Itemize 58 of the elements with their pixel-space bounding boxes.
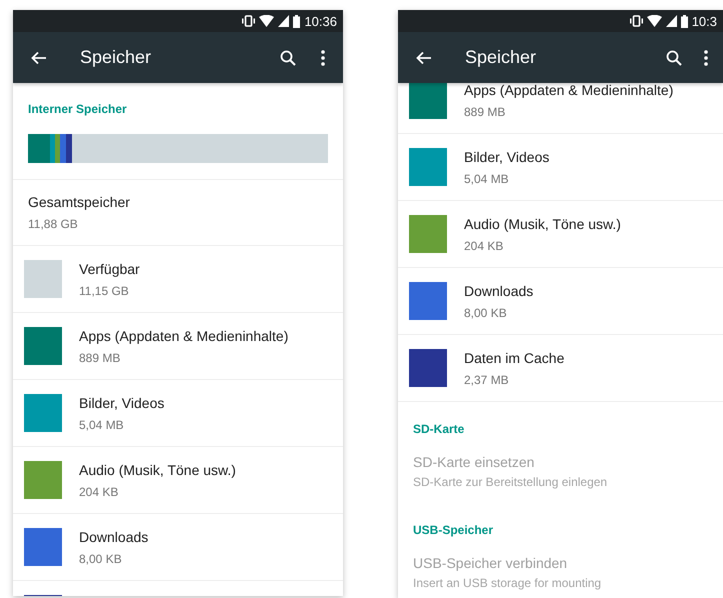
item-subtitle: Insert an USB storage for mounting	[413, 575, 602, 592]
item-title: USB-Speicher verbinden	[413, 554, 568, 573]
battery-icon	[680, 14, 688, 28]
vibrate-icon	[242, 15, 256, 27]
toolbar-title: Speicher	[465, 46, 538, 69]
list-item[interactable]: Apps (Appdaten & Medieninhalte) 889 MB	[398, 83, 723, 134]
item-subtitle: 8,00 KB	[79, 550, 123, 568]
status-time: 10:3	[692, 14, 717, 28]
list-item[interactable]: Verfügbar 11,15 GB	[13, 246, 343, 313]
back-arrow-icon	[31, 50, 47, 64]
item-title: Downloads	[464, 282, 534, 300]
list-item[interactable]: Bilder, Videos 5,04 MB	[398, 134, 723, 201]
item-subtitle: 5,04 MB	[464, 170, 510, 188]
item-subtitle: 5,04 MB	[79, 416, 125, 434]
item-title: Apps (Appdaten & Medieninhalte)	[79, 326, 288, 346]
item-subtitle: 2,37 MB	[464, 372, 510, 388]
item-title: Daten im Cache	[464, 348, 564, 368]
toolbar-title: Speicher	[80, 46, 152, 69]
list-item[interactable]: Audio (Musik, Töne usw.) 204 KB	[13, 447, 343, 514]
item-title: Bilder, Videos	[464, 148, 550, 166]
item-subtitle: SD-Karte zur Bereitstellung einlegen	[413, 474, 608, 491]
section-header: SD-Karte	[412, 421, 466, 438]
more-options-icon	[704, 50, 708, 66]
search-icon	[666, 50, 682, 66]
item-subtitle: 11,15 GB	[79, 282, 130, 300]
list-item[interactable]: Audio (Musik, Töne usw.) 204 KB	[398, 201, 723, 268]
battery-icon	[293, 14, 300, 28]
more-options-icon	[321, 50, 325, 66]
item-subtitle: 204 KB	[79, 484, 120, 500]
signal-icon	[666, 15, 677, 27]
list-item[interactable]: Gesamtspeicher 11,88 GB	[13, 180, 343, 246]
item-subtitle: 889 MB	[464, 104, 506, 120]
wifi-icon	[259, 15, 274, 27]
back-arrow-icon	[416, 50, 432, 64]
wifi-icon	[646, 15, 662, 27]
item-subtitle: 8,00 KB	[464, 304, 508, 322]
item-subtitle: 889 MB	[79, 350, 122, 366]
item-subtitle: 204 KB	[464, 238, 504, 254]
item-title: Apps (Appdaten & Medieninhalte)	[464, 83, 674, 100]
item-title: SD-Karte einsetzen	[413, 453, 536, 472]
section-header: USB-Speicher	[412, 522, 494, 539]
item-title: Verfügbar	[79, 260, 140, 279]
section-header: Interner Speicher	[27, 101, 128, 118]
list-item[interactable]: Daten im Cache 2,37 MB	[398, 335, 723, 402]
item-title: Bilder, Videos	[79, 394, 164, 412]
list-item[interactable]: Bilder, Videos 5,04 MB	[13, 380, 343, 447]
list-item[interactable]: Apps (Appdaten & Medieninhalte) 889 MB	[13, 313, 343, 380]
status-time: 10:36	[304, 14, 337, 28]
item-subtitle: 11,88 GB	[28, 216, 79, 233]
list-item[interactable]: Downloads 8,00 KB	[398, 268, 723, 335]
item-title: Gesamtspeicher	[28, 193, 131, 212]
item-title: Audio (Musik, Töne usw.)	[79, 460, 236, 480]
search-icon	[280, 50, 296, 66]
vibrate-icon	[630, 15, 643, 27]
item-title: Downloads	[79, 528, 148, 546]
signal-icon	[278, 15, 290, 27]
item-title: Audio (Musik, Töne usw.)	[464, 214, 621, 234]
list-item[interactable]: Downloads 8,00 KB	[13, 514, 343, 581]
